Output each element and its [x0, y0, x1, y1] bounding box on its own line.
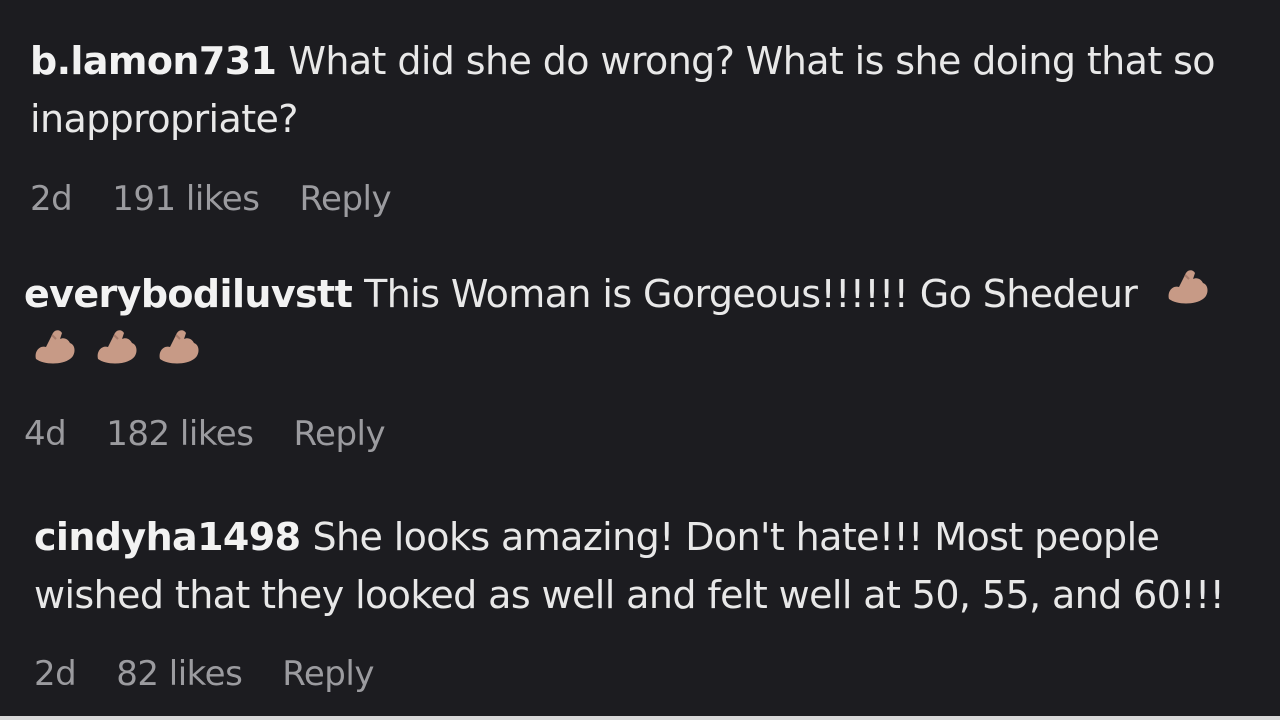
comment-text: everybodiluvstt This Woman is Gorgeous!!!… — [24, 263, 1264, 383]
comment-meta: 4d 182 likes Reply — [24, 412, 386, 454]
comment-body: This Woman is Gorgeous!!!!!! Go Shedeur — [364, 272, 1138, 316]
comment-text: cindyha1498 She looks amazing! Don't hate… — [34, 508, 1264, 624]
comment-meta: 2d 191 likes Reply — [30, 177, 392, 219]
comment-meta: 2d 82 likes Reply — [34, 652, 374, 694]
reply-button[interactable]: Reply — [282, 654, 374, 694]
bottom-divider — [0, 716, 1280, 720]
reply-button[interactable]: Reply — [293, 414, 385, 454]
comment-likes[interactable]: 191 likes — [112, 179, 260, 219]
comment-username[interactable]: everybodiluvstt — [24, 272, 353, 316]
comment-likes[interactable]: 182 likes — [106, 414, 254, 454]
comment-age: 4d — [24, 413, 67, 454]
comment-username[interactable]: b.lamon731 — [30, 39, 277, 83]
flexed-biceps-icon — [92, 323, 140, 367]
comment-text: b.lamon731 What did she do wrong? What is… — [30, 32, 1260, 148]
flexed-biceps-icon — [1163, 263, 1211, 307]
emoji-group — [30, 323, 202, 367]
flexed-biceps-icon — [154, 323, 202, 367]
comment-age: 2d — [30, 178, 73, 219]
flexed-biceps-icon — [30, 323, 78, 367]
comment-username[interactable]: cindyha1498 — [34, 515, 301, 559]
reply-button[interactable]: Reply — [299, 179, 391, 219]
comment-age: 2d — [34, 653, 77, 694]
comment-likes[interactable]: 82 likes — [116, 654, 243, 694]
emoji-group — [1163, 263, 1211, 307]
